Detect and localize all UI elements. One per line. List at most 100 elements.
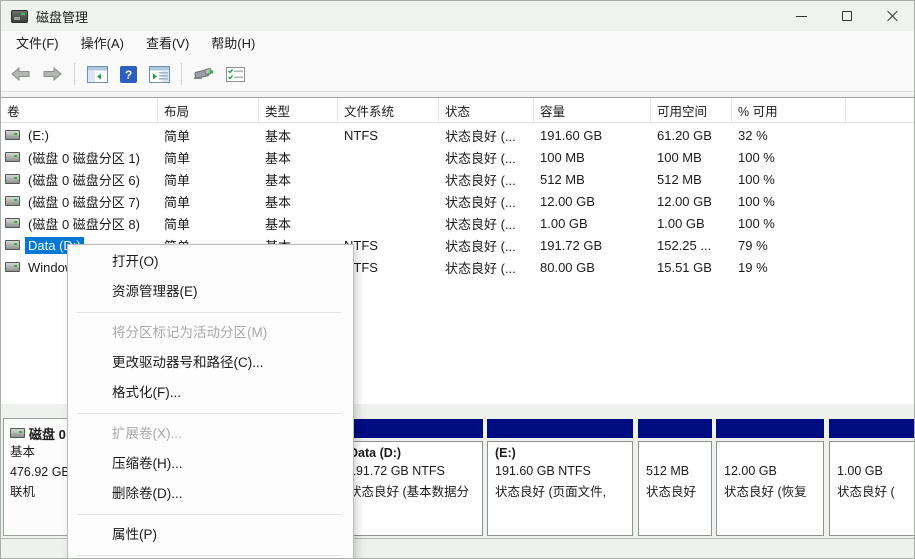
partition-block[interactable]: 1.00 GB 状态良好 (: [829, 441, 914, 536]
menu-separator: [77, 514, 341, 515]
column-header-blank[interactable]: [846, 98, 914, 123]
forward-icon[interactable]: [40, 61, 64, 87]
table-row[interactable]: (E:) 简单 基本 NTFS 状态良好 (... 191.60 GB 61.20 GB 32…: [1, 124, 914, 146]
toolbar-separator: [74, 63, 75, 85]
action-pane-icon[interactable]: [147, 61, 171, 87]
context-menu-item-8[interactable]: 压缩卷(H)...: [68, 449, 353, 479]
cell-pct: 100 %: [738, 149, 775, 165]
console-tree-icon[interactable]: [85, 61, 109, 87]
partition-size: 1.00 GB: [837, 463, 883, 478]
volume-name-cell: (磁盘 0 磁盘分区 7): [1, 190, 158, 212]
partition-bar: [341, 419, 483, 438]
context-menu-item-11[interactable]: 属性(P): [68, 520, 353, 550]
cell-: [846, 212, 914, 234]
partition-block[interactable]: 512 MB 状态良好: [638, 441, 712, 536]
partition-name: Data (D:): [349, 446, 402, 460]
partition-status: 状态良好 (恢复: [724, 485, 807, 499]
cell-free: 61.20 GB: [657, 127, 712, 143]
cell-layout: 简单: [164, 128, 191, 144]
context-menu-item-1[interactable]: 资源管理器(E): [68, 277, 353, 307]
cell-capacity: 191.60 GB: [540, 127, 603, 143]
cell-capacity: 1.00 GB: [540, 215, 588, 231]
volume-label: (磁盘 0 磁盘分区 7): [28, 194, 140, 210]
table-row[interactable]: (磁盘 0 磁盘分区 8) 简单 基本 状态良好 (... 1.00 GB 1.00 GB…: [1, 212, 914, 234]
menu-separator: [77, 555, 341, 556]
partition-block[interactable]: Data (D:) 191.72 GB NTFS 状态良好 (基本数据分: [341, 441, 483, 536]
cell-status: 状态良好 (...: [445, 128, 516, 144]
minimize-button[interactable]: [778, 1, 824, 31]
column-header-type[interactable]: 类型: [259, 98, 338, 123]
cell-capacity: 191.72 GB: [540, 237, 603, 253]
cell-pct: 100 %: [738, 215, 775, 231]
cell-layout: 简单: [164, 172, 191, 188]
context-menu-item-5[interactable]: 格式化(F)...: [68, 378, 353, 408]
cell-layout: 简单: [164, 150, 191, 166]
volume-icon: [5, 196, 20, 206]
cell-status: 状态良好 (...: [445, 216, 516, 232]
partition-block[interactable]: 12.00 GB 状态良好 (恢复: [716, 441, 824, 536]
close-button[interactable]: [870, 1, 914, 31]
volume-name-cell: (磁盘 0 磁盘分区 1): [1, 146, 158, 168]
cell-free: 12.00 GB: [657, 193, 712, 209]
menubar-item-2[interactable]: 查看(V): [135, 31, 200, 57]
volume-icon: [5, 262, 20, 272]
context-menu-item-9[interactable]: 删除卷(D)...: [68, 479, 353, 509]
cell-type: 基本: [265, 172, 292, 188]
column-header-fs[interactable]: 文件系统: [338, 98, 439, 123]
cell-free: 15.51 GB: [657, 259, 712, 275]
volume-label: (E:): [28, 127, 49, 143]
partition-bar: [716, 419, 824, 438]
cell-status: 状态良好 (...: [445, 238, 516, 254]
context-menu-item-0[interactable]: 打开(O): [68, 247, 353, 277]
column-header-status[interactable]: 状态: [439, 98, 534, 123]
cell-status: 状态良好 (...: [445, 194, 516, 210]
menu-bar: 文件(F) 操作(A) 查看(V) 帮助(H): [1, 31, 914, 57]
column-header-layout[interactable]: 布局: [158, 98, 259, 123]
partition-block[interactable]: (E:) 191.60 GB NTFS 状态良好 (页面文件,: [487, 441, 633, 536]
cell-status: 状态良好 (...: [445, 260, 516, 276]
help-icon[interactable]: ?: [116, 61, 140, 87]
close-icon: [887, 10, 899, 22]
table-row[interactable]: (磁盘 0 磁盘分区 6) 简单 基本 状态良好 (... 512 MB 512 MB 10…: [1, 168, 914, 190]
toolbar-separator: [181, 63, 182, 85]
cell-: [846, 234, 914, 256]
table-row[interactable]: (磁盘 0 磁盘分区 1) 简单 基本 状态良好 (... 100 MB 100 MB 10…: [1, 146, 914, 168]
menu-separator: [77, 413, 341, 414]
volume-icon: [5, 174, 20, 184]
cell-: [846, 146, 914, 168]
menubar-item-0[interactable]: 文件(F): [5, 31, 70, 57]
back-icon[interactable]: [9, 61, 33, 87]
cell-layout: 简单: [164, 194, 191, 210]
disk-drive-icon: [11, 9, 28, 23]
partition-size: 12.00 GB: [724, 463, 777, 478]
disk-management-window: 磁盘管理 文件(F) 操作(A) 查看(V) 帮助(H) ? 卷 布局 类型 文…: [0, 0, 915, 559]
partition-name: [837, 446, 914, 464]
partition-bar: [829, 419, 914, 438]
context-menu-item-4[interactable]: 更改驱动器号和路径(C)...: [68, 348, 353, 378]
menubar-item-1[interactable]: 操作(A): [70, 31, 135, 57]
volume-icon: [5, 218, 20, 228]
maximize-button[interactable]: [824, 1, 870, 31]
table-row[interactable]: (磁盘 0 磁盘分区 7) 简单 基本 状态良好 (... 12.00 GB 12.00 …: [1, 190, 914, 212]
volume-icon: [5, 152, 20, 162]
checklist-icon[interactable]: [223, 61, 247, 87]
menubar-item-3[interactable]: 帮助(H): [200, 31, 266, 57]
column-header-free[interactable]: 可用空间: [651, 98, 732, 123]
window-title: 磁盘管理: [36, 9, 89, 25]
cell-fs: [338, 168, 439, 190]
toolbar: ?: [1, 57, 914, 92]
cell-capacity: 100 MB: [540, 149, 585, 165]
properties-icon[interactable]: [192, 61, 216, 87]
volume-label: (磁盘 0 磁盘分区 8): [28, 216, 140, 232]
cell-free: 512 MB: [657, 171, 702, 187]
volume-name-cell: (磁盘 0 磁盘分区 6): [1, 168, 158, 190]
volume-icon: [5, 130, 20, 140]
column-header-pct[interactable]: % 可用: [732, 98, 846, 123]
partition-status: 状态良好 (页面文件,: [495, 485, 607, 499]
menu-separator: [77, 312, 341, 313]
column-header-name[interactable]: 卷: [1, 98, 158, 123]
cell-type: 基本: [265, 128, 292, 144]
cell-pct: 100 %: [738, 193, 775, 209]
context-menu-item-3: 将分区标记为活动分区(M): [112, 325, 268, 340]
column-header-capacity[interactable]: 容量: [534, 98, 651, 123]
